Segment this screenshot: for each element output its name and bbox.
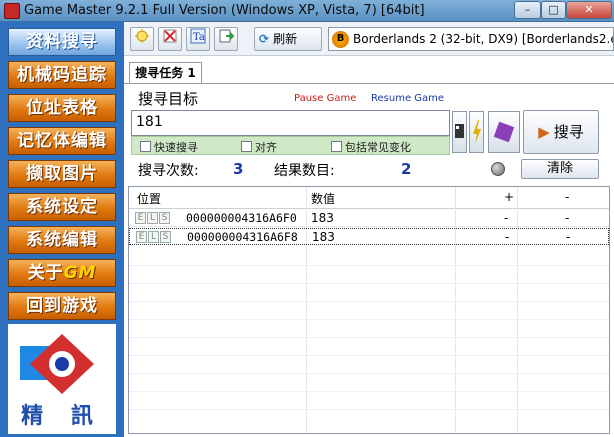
row-flags: ELS [135, 212, 171, 226]
refresh-icon: ⟳ [259, 32, 270, 46]
app-icon [4, 3, 20, 19]
table-row[interactable]: ELS 000000004316A6F8 183 - - [129, 228, 609, 245]
row-gridline [129, 391, 609, 392]
flag-edit-checkbox[interactable]: E [135, 212, 146, 224]
cell-plus: - [504, 211, 509, 225]
new-search-icon[interactable] [130, 27, 154, 51]
stop-icon[interactable] [158, 27, 182, 51]
tab-search-task-1[interactable]: 搜寻任务 1 [129, 62, 202, 84]
row-gridline [129, 409, 609, 410]
result-count-value: 2 [401, 160, 412, 178]
toolbar: Ta ⟳ 刷新 B Borderlands 2 (32-bit, DX9) [Bo… [124, 22, 614, 56]
cell-value[interactable]: 183 [311, 211, 334, 225]
refresh-button[interactable]: ⟳ 刷新 [254, 27, 322, 51]
col-minus-header[interactable]: - [565, 190, 569, 204]
col-value-header[interactable]: 数值 [311, 190, 335, 207]
search-target-label: 搜寻目标 [138, 90, 199, 108]
lightning-icon[interactable] [469, 111, 484, 153]
row-gridline [129, 283, 609, 284]
process-select[interactable]: B Borderlands 2 (32-bit, DX9) [Borderlan… [328, 27, 614, 51]
logo-mark-icon [20, 334, 94, 394]
process-value: Borderlands 2 (32-bit, DX9) [Borderlands… [353, 32, 613, 46]
result-count-label: 结果数目: [274, 163, 335, 179]
table-row[interactable]: ELS 000000004316A6F0 183 - - [129, 210, 609, 227]
export-icon[interactable] [214, 27, 238, 51]
align-label: 对齐 [255, 141, 277, 154]
sidebar-item-system-edit[interactable]: 系统编辑 [8, 226, 116, 254]
align-checkbox[interactable] [241, 141, 252, 152]
common-changes-checkbox[interactable] [331, 141, 342, 152]
option-align[interactable]: 对齐 [241, 139, 277, 155]
minimize-button[interactable]: – [514, 1, 541, 19]
cell-address: 000000004316A6F0 [186, 211, 297, 225]
search-count-value: 3 [233, 160, 244, 178]
svg-text:Ta: Ta [193, 32, 205, 43]
flag-lock-checkbox[interactable]: L [148, 231, 159, 243]
cell-value[interactable]: 183 [312, 230, 335, 244]
col-plus-header[interactable]: + [504, 190, 514, 204]
sidebar: 资料搜寻 机械码追踪 位址表格 记忆体编辑 撷取图片 系统设定 系统编辑 关于G… [0, 22, 124, 437]
row-gridline [129, 337, 609, 338]
col-address-header[interactable]: 位置 [137, 190, 161, 207]
row-gridline [129, 373, 609, 374]
cell-address: 000000004316A6F8 [187, 230, 298, 244]
row-gridline [129, 265, 609, 266]
row-gridline [129, 301, 609, 302]
close-button[interactable]: ✕ [566, 1, 612, 19]
flag-edit-checkbox[interactable]: E [136, 231, 147, 243]
value-type-icon[interactable] [452, 111, 467, 153]
option-fast-search[interactable]: 快速搜寻 [140, 139, 198, 155]
gm-brand: GM [63, 263, 97, 283]
flag-save-checkbox[interactable]: S [159, 212, 170, 224]
row-gridline [129, 319, 609, 320]
sidebar-item-capture-image[interactable]: 撷取图片 [8, 160, 116, 188]
window-title: Game Master 9.2.1 Full Version (Windows … [24, 3, 425, 18]
status-indicator-icon [491, 162, 505, 176]
title-bar: Game Master 9.2.1 Full Version (Windows … [0, 0, 614, 22]
search-count-label: 搜寻次数: [138, 163, 199, 179]
search-options-bar: 快速搜寻 对齐 包括常见变化 [131, 136, 450, 155]
sidebar-item-memory-edit[interactable]: 记忆体编辑 [8, 127, 116, 155]
sidebar-item-return-to-game[interactable]: 回到游戏 [8, 292, 116, 320]
search-panel: 搜寻任务 1 搜寻目标 Pause Game Resume Game 181 快… [124, 56, 614, 437]
resume-game-link[interactable]: Resume Game [371, 93, 444, 104]
maximize-button[interactable]: □ [541, 1, 566, 19]
book-icon[interactable] [488, 111, 520, 153]
cell-plus: - [505, 230, 510, 244]
sidebar-item-code-trace[interactable]: 机械码追踪 [8, 61, 116, 89]
about-label: 关于 [27, 263, 64, 283]
logo-text: 精 訊 [21, 403, 103, 429]
process-icon: B [332, 31, 349, 48]
results-header: 位置 数值 + - [129, 187, 609, 209]
common-changes-label: 包括常见变化 [345, 141, 411, 154]
search-button[interactable]: ▶ 搜寻 [523, 110, 599, 154]
option-include-common-changes[interactable]: 包括常见变化 [331, 139, 411, 155]
pause-game-link[interactable]: Pause Game [294, 93, 356, 104]
sidebar-item-system-settings[interactable]: 系统设定 [8, 193, 116, 221]
search-value-input[interactable]: 181 [131, 110, 450, 136]
flag-lock-checkbox[interactable]: L [147, 212, 158, 224]
search-button-label: 搜寻 [553, 123, 584, 141]
sidebar-item-address-table[interactable]: 位址表格 [8, 94, 116, 122]
refresh-label: 刷新 [273, 32, 298, 46]
play-icon: ▶ [538, 123, 550, 141]
cell-minus: - [566, 230, 571, 244]
fast-search-label: 快速搜寻 [154, 141, 198, 154]
sidebar-item-data-search[interactable]: 资料搜寻 [8, 28, 116, 56]
cell-minus: - [565, 211, 570, 225]
row-flags: ELS [136, 231, 172, 245]
text-icon[interactable]: Ta [186, 27, 210, 51]
fast-search-checkbox[interactable] [140, 141, 151, 152]
clear-button[interactable]: 清除 [521, 159, 599, 179]
sidebar-item-about[interactable]: 关于GM [8, 259, 116, 287]
company-logo: 精 訊 [8, 324, 116, 434]
tab-divider [124, 83, 614, 84]
row-gridline [129, 355, 609, 356]
results-table: 位置 数值 + - ELS 000000004316A6F0 183 - - E… [128, 186, 610, 434]
flag-save-checkbox[interactable]: S [160, 231, 171, 243]
